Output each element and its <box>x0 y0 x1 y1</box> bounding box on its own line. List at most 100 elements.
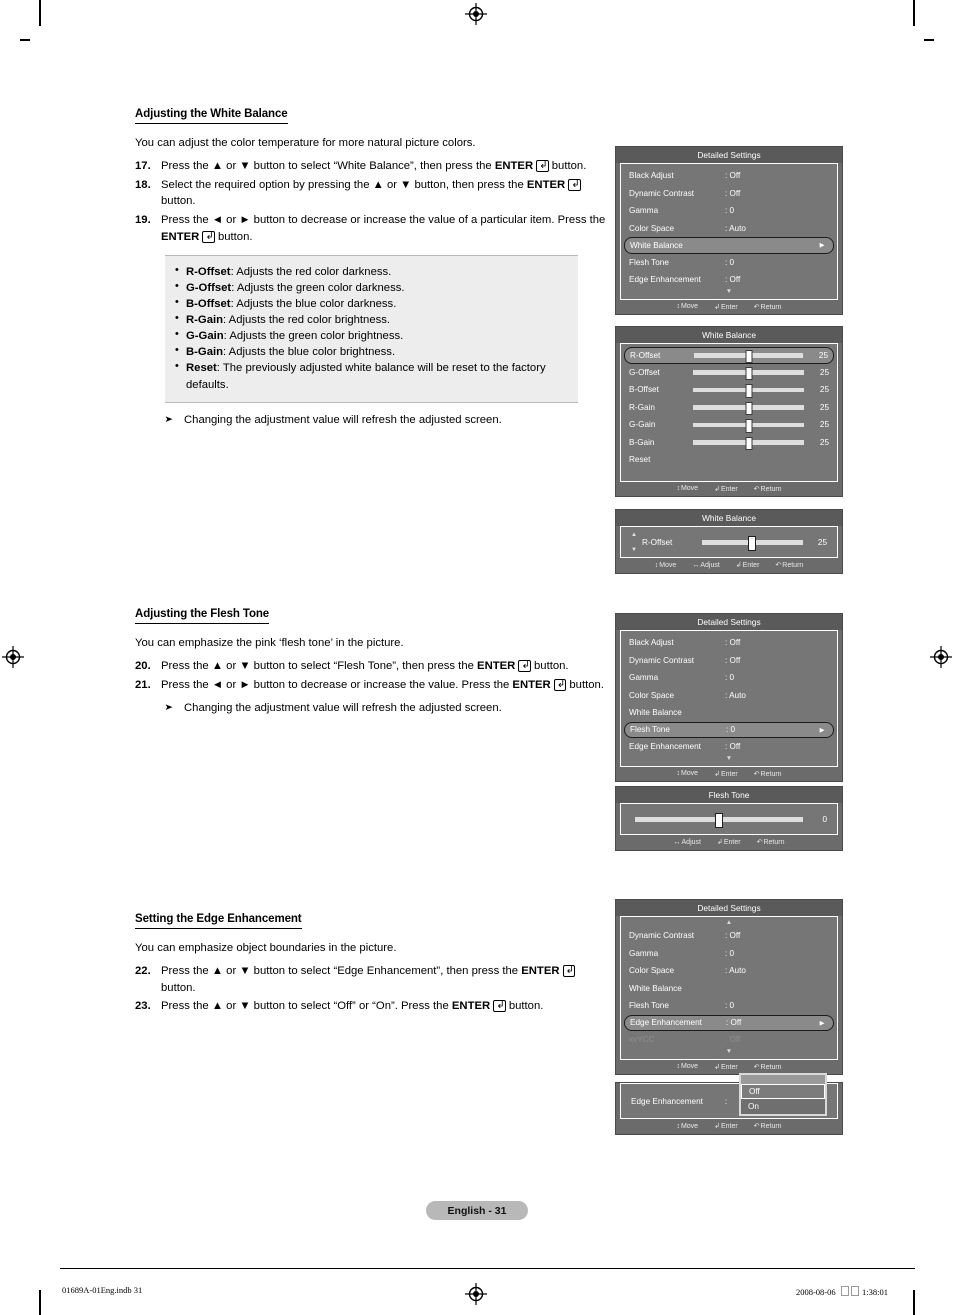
slider-row-r-gain[interactable]: R-Gain 25 <box>621 399 837 417</box>
slider-row-b-gain[interactable]: B-Gain 25 <box>621 434 837 452</box>
footer-enter-label: Enter <box>723 839 741 846</box>
step-number: 20. <box>135 660 151 673</box>
menu-item-edge-enhancement[interactable]: Edge Enhancement: Off <box>621 271 837 289</box>
updown-arrow-icon: ↕ <box>676 770 680 777</box>
slider-knob[interactable] <box>715 812 723 828</box>
slider-track[interactable] <box>693 366 804 380</box>
menu-item-reset[interactable]: Reset <box>621 451 837 469</box>
scroll-down-icon[interactable]: ▼ <box>621 288 837 296</box>
slider-track[interactable] <box>635 812 803 828</box>
scroll-down-icon[interactable]: ▼ <box>621 1048 837 1056</box>
slider-track[interactable] <box>693 436 804 450</box>
menu-label: Flesh Tone <box>629 257 669 267</box>
slider-row-g-offset[interactable]: G-Offset 25 <box>621 364 837 382</box>
menu-item-white-balance[interactable]: White Balance ► <box>624 237 834 254</box>
menu-item-color-space[interactable]: Color Space: Auto <box>621 687 837 705</box>
slider-knob[interactable] <box>745 401 752 415</box>
slider-knob[interactable] <box>745 366 752 380</box>
menu-item-black-adjust[interactable]: Black Adjust: Off <box>621 634 837 652</box>
section-edge-enhancement: Setting the Edge Enhancement You can emp… <box>135 909 610 1017</box>
footer-return-label: Return <box>760 1123 782 1130</box>
menu-item-dynamic-contrast[interactable]: Dynamic Contrast: Off <box>621 185 837 203</box>
slider-knob[interactable] <box>745 436 752 450</box>
slider-label: B-Offset <box>629 385 659 395</box>
definition-item: B-Offset: Adjusts the blue color darknes… <box>175 295 568 312</box>
step-text: Press the ◄ or ► button to decrease or i… <box>161 678 513 691</box>
menu-item-color-space[interactable]: Color Space: Auto <box>621 962 837 980</box>
down-arrow-icon[interactable]: ▼ <box>631 547 637 553</box>
slider-knob[interactable] <box>748 535 757 551</box>
enter-label: ENTER <box>161 230 200 243</box>
footer-move-label: Move <box>680 485 699 492</box>
adjust-label: R-Offset <box>641 537 673 547</box>
osd-title: Detailed Settings <box>616 614 842 630</box>
menu-item-dynamic-contrast[interactable]: Dynamic Contrast: Off <box>621 652 837 670</box>
slider-row-r-offset[interactable]: R-Offset 25 <box>624 347 834 364</box>
definition-term: R-Offset <box>186 265 231 278</box>
slider-row-g-gain[interactable]: G-Gain 25 <box>621 416 837 434</box>
adjust-row-r-offset[interactable]: ▲ ▼ R-Offset 25 <box>621 527 837 557</box>
footer-return: ↶Return <box>754 1063 782 1071</box>
osd-footer: ↕Move ↲Enter ↶Return <box>616 766 842 781</box>
slider-label: R-Gain <box>629 402 655 412</box>
up-arrow-icon[interactable]: ▲ <box>631 532 637 538</box>
definition-item: R-Offset: Adjusts the red color darkness… <box>175 263 568 280</box>
menu-value: : 0 <box>725 673 735 683</box>
menu-label: Edge Enhancement <box>629 742 701 752</box>
updown-arrow-icon: ↕ <box>676 1122 680 1130</box>
menu-item-gamma[interactable]: Gamma: 0 <box>621 945 837 963</box>
step-text-tail: button. <box>530 660 569 673</box>
menu-item-flesh-tone[interactable]: Flesh Tone: 0 ► <box>624 721 834 738</box>
scroll-down-icon[interactable]: ▼ <box>621 755 837 763</box>
slider-track[interactable] <box>693 419 804 433</box>
osd-body: Edge Enhancement : Off On <box>620 1073 838 1119</box>
menu-item-flesh-tone[interactable]: Flesh Tone: 0 <box>621 997 837 1015</box>
step-number: 19. <box>135 214 151 227</box>
slider-knob[interactable] <box>745 384 752 398</box>
crop-mark-top-left-v <box>39 0 41 26</box>
crop-mark-top-right-h <box>924 39 934 41</box>
menu-item-edge-enhancement[interactable]: Edge Enhancement: Off ► <box>624 1014 834 1031</box>
slider-track[interactable] <box>693 401 804 415</box>
step-22: 22. Press the ▲ or ▼ button to select “Ed… <box>135 963 610 996</box>
steps-white-balance: 17. Press the ▲ or ▼ button to select “Wh… <box>135 158 610 246</box>
step-text-tail: button. <box>161 195 196 208</box>
up-down-arrows-icon[interactable]: ▲ ▼ <box>631 532 637 553</box>
menu-value: : Auto <box>725 690 746 700</box>
step-text-tail: button. <box>505 1000 544 1013</box>
manual-page: Adjusting the White Balance You can adju… <box>0 0 954 1315</box>
slider-track[interactable] <box>693 384 804 398</box>
crop-mark-top-right-v <box>913 0 915 26</box>
dropdown-colon: : <box>724 1096 728 1106</box>
menu-item-white-balance[interactable]: White Balance <box>621 704 837 722</box>
step-text: Press the ▲ or ▼ button to select “Flesh… <box>161 660 478 673</box>
slider-knob[interactable] <box>745 419 752 433</box>
menu-item-gamma[interactable]: Gamma: 0 <box>621 202 837 220</box>
slider-row-b-offset[interactable]: B-Offset 25 <box>621 381 837 399</box>
slider-value: 25 <box>819 420 829 430</box>
scroll-up-icon[interactable]: ▲ <box>621 919 837 927</box>
slider-value: 25 <box>819 437 829 447</box>
menu-item-edge-enhancement[interactable]: Edge Enhancement: Off <box>621 738 837 756</box>
menu-item-black-adjust[interactable]: Black Adjust: Off <box>621 167 837 185</box>
slider-track[interactable] <box>694 349 803 363</box>
menu-item-color-space[interactable]: Color Space: Auto <box>621 220 837 238</box>
enter-label: ENTER <box>526 178 566 191</box>
definition-box: R-Offset: Adjusts the red color darkness… <box>165 254 578 403</box>
dropdown-label: Edge Enhancement <box>631 1096 703 1106</box>
menu-item-gamma[interactable]: Gamma: 0 <box>621 669 837 687</box>
slider-track[interactable] <box>701 535 803 551</box>
footer-enter-label: Enter <box>720 303 738 311</box>
menu-item-flesh-tone[interactable]: Flesh Tone: 0 <box>621 254 837 272</box>
dropdown-option-off[interactable]: Off <box>741 1084 825 1099</box>
slider-value: 25 <box>818 350 828 360</box>
footer-enter-label: Enter <box>720 485 738 493</box>
dropdown-option-on[interactable]: On <box>741 1099 825 1114</box>
menu-item-dynamic-contrast[interactable]: Dynamic Contrast: Off <box>621 927 837 945</box>
adjust-row-flesh-tone[interactable]: 0 <box>621 804 837 834</box>
slider-knob[interactable] <box>745 349 752 363</box>
footer-adjust: ↔Adjust <box>692 562 719 569</box>
menu-item-white-balance[interactable]: White Balance <box>621 980 837 998</box>
footer-adjust: ↔Adjust <box>674 839 701 846</box>
enter-label: ENTER <box>477 660 516 673</box>
